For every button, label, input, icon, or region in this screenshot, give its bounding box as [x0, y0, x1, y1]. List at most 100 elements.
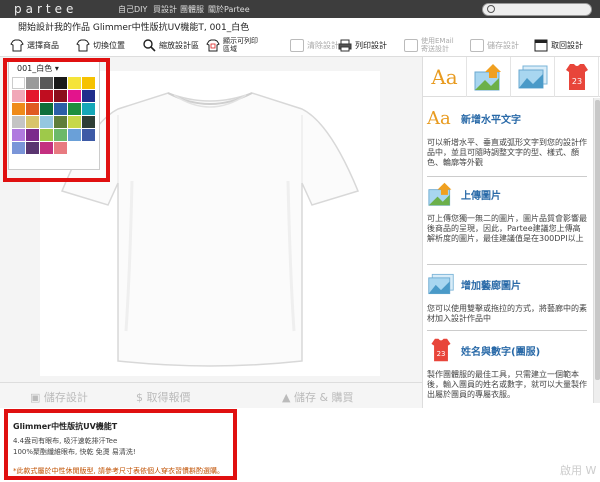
dollar-icon: $ — [136, 391, 143, 404]
print-area-button[interactable]: 顯示可列印 區域 — [206, 36, 258, 54]
site-logo[interactable]: partee — [14, 2, 77, 16]
feature-desc: 可上傳您獨一無二的圖片，圖片品質會影響最後商品的呈現，因此，Partee建議您上… — [427, 214, 587, 243]
color-swatch[interactable] — [54, 129, 67, 141]
divider — [427, 330, 587, 331]
color-swatch[interactable] — [12, 142, 25, 154]
zoom-design-area-label: 縮放設計區 — [159, 40, 199, 50]
printer-icon — [338, 38, 352, 52]
color-swatch[interactable] — [26, 129, 39, 141]
nav-group-wear[interactable]: 團體服 — [180, 4, 204, 15]
color-swatch[interactable] — [12, 129, 25, 141]
tab-names-numbers[interactable]: 23 — [555, 57, 599, 97]
product-name: Glimmer中性版抗UV機能T — [13, 422, 118, 431]
color-swatch[interactable] — [82, 77, 95, 89]
color-swatch[interactable] — [82, 129, 95, 141]
save-design-button[interactable]: 儲存設計 — [470, 36, 519, 54]
color-swatch[interactable] — [68, 129, 81, 141]
divider — [427, 176, 587, 177]
magnifier-icon — [142, 38, 156, 52]
feature-desc: 製作團體服的最佳工具，只需建立一個範本後，輸入團員的姓名或數字，就可以大量製作出… — [427, 370, 587, 399]
color-swatch[interactable] — [26, 142, 39, 154]
color-swatch[interactable] — [68, 77, 81, 89]
print-area-label: 顯示可列印 區域 — [223, 37, 258, 53]
top-navbar: partee 自己DIY 買設計 團體服 關於Partee — [0, 0, 600, 18]
color-swatch[interactable] — [12, 77, 25, 89]
clear-icon — [290, 38, 304, 52]
gallery-icon — [518, 65, 547, 89]
shirt-icon — [10, 38, 24, 52]
color-swatch[interactable] — [54, 103, 67, 115]
shirt-back-icon — [76, 38, 90, 52]
get-quote-button[interactable]: $ 取得報價 — [136, 389, 191, 405]
color-swatch[interactable] — [68, 90, 81, 102]
save-design-label: 儲存設計 — [487, 40, 519, 50]
color-swatch[interactable] — [40, 129, 53, 141]
select-product-button[interactable]: 選擇商品 — [10, 36, 59, 54]
tab-upload-image[interactable] — [467, 57, 511, 97]
activation-watermark: 啟用 W — [560, 464, 597, 477]
zoom-design-area-button[interactable]: 縮放設計區 — [142, 36, 199, 54]
color-swatch[interactable] — [12, 103, 25, 115]
tab-add-text[interactable]: Aa — [423, 57, 467, 97]
color-swatch[interactable] — [40, 103, 53, 115]
select-product-label: 選擇商品 — [27, 40, 59, 50]
color-swatch[interactable] — [54, 116, 67, 128]
feature-title: 新增水平文字 — [461, 114, 521, 126]
color-swatch[interactable] — [26, 103, 39, 115]
load-design-label: 取回設計 — [551, 40, 583, 50]
color-swatch[interactable] — [68, 103, 81, 115]
feature-list: Aa 新增水平文字 可以新增水平、垂直或弧形文字到您的設計作品中，並且可隨時調整文… — [423, 98, 593, 403]
design-canvas[interactable]: 001_白色 ▾ — [0, 57, 422, 382]
color-swatch[interactable] — [68, 116, 81, 128]
design-toolbar: 選擇商品 切換位置 縮放設計區 顯示可列印 區域 清除設計 列印設計 使用EMai… — [0, 33, 600, 57]
gallery-icon — [428, 273, 454, 295]
chevron-down-icon: ▾ — [54, 64, 59, 73]
color-picker-panel: 001_白色 ▾ — [8, 60, 100, 170]
feature-title: 上傳圖片 — [461, 190, 501, 202]
color-swatch[interactable] — [82, 90, 95, 102]
tab-gallery[interactable] — [511, 57, 555, 97]
email-design-button[interactable]: 使用EMail 寄送設計 — [404, 36, 454, 54]
color-swatch[interactable] — [26, 116, 39, 128]
color-swatch-grid — [12, 77, 95, 154]
scrollbar[interactable] — [593, 98, 600, 403]
nav-diy[interactable]: 自己DIY — [118, 4, 147, 15]
color-swatch[interactable] — [82, 116, 95, 128]
print-design-button[interactable]: 列印設計 — [338, 36, 387, 54]
clear-design-button[interactable]: 清除設計 — [290, 36, 339, 54]
product-desc-2: 100%聚酯纖維眼布, 快乾 免燙 易清洗! — [13, 448, 136, 456]
color-swatch[interactable] — [54, 90, 67, 102]
color-swatch[interactable] — [40, 142, 53, 154]
text-aa-icon: Aa — [427, 107, 451, 129]
svg-text:23: 23 — [437, 350, 446, 358]
save-icon — [470, 38, 484, 52]
bottom-save-design-button[interactable]: ▣ 儲存設計 — [30, 389, 88, 405]
save-buy-button[interactable]: ▲ 儲存 & 購買 — [282, 389, 354, 405]
page-title: 開始設計我的作品 Glimmer中性版抗UV機能T, 001_白色 — [0, 18, 600, 33]
color-swatch[interactable] — [40, 77, 53, 89]
nav-buy-design[interactable]: 買設計 — [153, 4, 177, 15]
tool-tabs: Aa 23 — [423, 57, 600, 97]
divider — [427, 264, 587, 265]
color-swatch[interactable] — [12, 116, 25, 128]
color-swatch[interactable] — [12, 90, 25, 102]
color-swatch[interactable] — [40, 90, 53, 102]
load-design-button[interactable]: 取回設計 — [534, 36, 583, 54]
color-swatch[interactable] — [54, 77, 67, 89]
color-swatch[interactable] — [26, 90, 39, 102]
color-swatch[interactable] — [26, 77, 39, 89]
tools-panel: Aa 23 Aa 新增水平文字 可以新增水平、垂直或弧形文字到您的設計作品中，並且… — [422, 57, 600, 408]
search-input[interactable] — [482, 3, 592, 16]
color-swatch[interactable] — [40, 116, 53, 128]
color-select[interactable]: 001_白色 ▾ — [17, 63, 59, 74]
bag-icon: ▲ — [282, 391, 291, 404]
product-desc-1: 4.4盎司有眼布, 吸汗速乾排汗Tee — [13, 437, 118, 445]
color-swatch[interactable] — [54, 142, 67, 154]
switch-position-button[interactable]: 切換位置 — [76, 36, 125, 54]
color-swatch[interactable] — [82, 103, 95, 115]
feature-desc: 您可以使用雙擊或拖拉的方式，將藝廊中的素材加入設計作品中 — [427, 304, 587, 323]
nav-about[interactable]: 關於Partee — [208, 4, 250, 15]
scrollbar-thumb[interactable] — [595, 100, 600, 380]
window-icon — [534, 38, 548, 52]
upload-image-icon — [428, 182, 452, 206]
